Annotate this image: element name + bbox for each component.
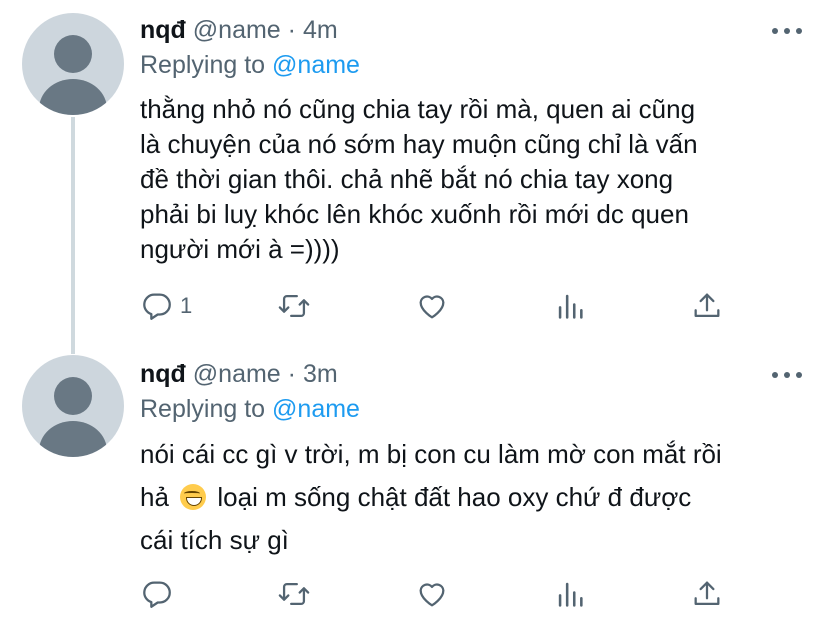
avatar[interactable] [22, 13, 124, 115]
reply-button[interactable]: 1 [140, 286, 192, 326]
replying-to: Replying to @name [140, 50, 360, 80]
speech-bubble-icon [143, 293, 171, 320]
tweet-text-line: là chuyện của nó sớm hay muộn cũng chỉ l… [140, 129, 698, 159]
avatar-body [39, 421, 107, 457]
retweet-icon [278, 294, 310, 318]
avatar-body [39, 79, 107, 115]
views-button[interactable] [553, 286, 587, 326]
replying-prefix: Replying to [140, 395, 266, 423]
more-icon[interactable] [772, 370, 804, 380]
tweet-text-segment: loại m sống chật đất hao oxy chứ đ được [217, 482, 692, 512]
tweet-text-line: phải bi luỵ khóc lên khóc xuốnh rồi mới … [140, 199, 689, 229]
tweet-text: nói cái cc gì v trời, m bị con cu làm mờ… [140, 433, 820, 562]
separator-dot: · [287, 360, 296, 388]
heart-icon [419, 295, 445, 319]
display-name[interactable]: nqđ [140, 16, 186, 44]
tweet-text-line: thằng nhỏ nó cũng chia tay rồi mà, quen … [140, 94, 696, 124]
replying-mention-link[interactable]: @name [272, 51, 360, 79]
views-button[interactable] [553, 574, 587, 614]
replying-prefix: Replying to [140, 51, 266, 79]
user-handle[interactable]: @name [193, 16, 281, 44]
tweet-text: thằng nhỏ nó cũng chia tay rồi mà, quen … [140, 92, 820, 267]
user-handle[interactable]: @name [193, 360, 281, 388]
tweet-1[interactable]: nqđ @name · 4m Replying to @name thằng n… [0, 0, 828, 345]
like-button[interactable] [415, 574, 449, 614]
avatar[interactable] [22, 355, 124, 457]
tweet-text-line: người mới à =)))) [140, 234, 340, 264]
bar-chart-icon [558, 294, 583, 319]
retweet-button[interactable] [277, 574, 311, 614]
bar-chart-icon [558, 582, 583, 607]
separator-dot: · [287, 16, 296, 44]
tweet-text-line: đề thời gian thôi. chả nhẽ bắt nó chia t… [140, 164, 674, 194]
like-button[interactable] [415, 286, 449, 326]
heart-icon [419, 583, 445, 607]
tweet-text-segment: hả [140, 482, 169, 512]
display-name[interactable]: nqđ [140, 360, 186, 388]
share-upload-icon [694, 581, 720, 606]
replying-to: Replying to @name [140, 394, 360, 424]
share-button[interactable] [690, 574, 724, 614]
more-icon[interactable] [772, 26, 804, 36]
timestamp[interactable]: 4m [303, 16, 338, 44]
avatar-head [54, 377, 92, 415]
retweet-button[interactable] [277, 286, 311, 326]
reply-count: 1 [180, 293, 193, 318]
action-bar [0, 574, 828, 614]
share-upload-icon [694, 293, 720, 318]
tweet-header: nqđ @name · 3m [140, 359, 338, 389]
grinning-sweat-emoji-icon [180, 484, 207, 510]
avatar-head [54, 35, 92, 73]
tweet-header: nqđ @name · 4m [140, 15, 338, 45]
tweet-text-line: cái tích sự gì [140, 525, 289, 555]
replying-mention-link[interactable]: @name [272, 395, 360, 423]
speech-bubble-icon [143, 581, 171, 608]
reply-button[interactable] [140, 574, 180, 614]
retweet-icon [278, 582, 310, 606]
share-button[interactable] [690, 286, 724, 326]
timestamp[interactable]: 3m [303, 360, 338, 388]
tweet-text-line: hả loại m sống chật đất hao oxy chứ đ đư… [140, 476, 820, 519]
tweet-text-line: nói cái cc gì v trời, m bị con cu làm mờ… [140, 439, 722, 469]
action-bar: 1 [0, 286, 828, 326]
